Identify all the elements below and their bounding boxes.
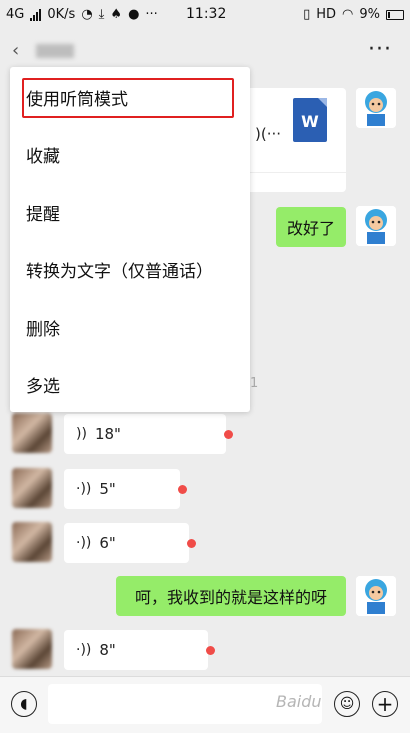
battery-icon <box>386 9 404 20</box>
contact-avatar[interactable] <box>12 522 52 562</box>
status-bar: 4G 0K/s ◔ ⤓ ♠ ● ··· 11:32 ▯ HD ◠ 9% <box>0 0 410 30</box>
unread-dot <box>187 539 196 548</box>
wechat-icon: ● <box>128 7 140 22</box>
back-icon[interactable]: ‹ <box>12 40 19 61</box>
network-speed: 0K/s <box>47 7 76 22</box>
sent-message-bubble[interactable]: 改好了 <box>276 207 346 247</box>
qq-icon: ♠ <box>110 7 123 22</box>
voice-wave-icon: ·)) <box>76 642 92 658</box>
partial-timestamp: 1 <box>250 376 259 391</box>
voice-message-bubble[interactable]: ·)) 8" <box>64 630 208 670</box>
signal-icon <box>30 8 42 21</box>
menu-item-earpiece-mode[interactable]: 使用听筒模式 <box>10 69 250 125</box>
voice-message-bubble[interactable]: )) 18" <box>64 414 226 454</box>
status-time: 11:32 <box>186 6 227 22</box>
menu-item-remind[interactable]: 提醒 <box>10 184 250 240</box>
battery-percent: 9% <box>359 7 380 22</box>
message-context-menu: 使用听筒模式 收藏 提醒 转换为文字（仅普通话） 删除 多选 <box>10 67 250 412</box>
sent-message-bubble[interactable]: 呵，我收到的就是这样的呀 <box>116 576 346 616</box>
my-avatar[interactable] <box>356 88 396 128</box>
voice-duration: 5" <box>99 480 116 498</box>
voice-duration: 8" <box>99 641 116 659</box>
emoji-icon[interactable]: ☺ <box>334 691 360 717</box>
menu-item-convert-to-text[interactable]: 转换为文字（仅普通话） <box>10 241 250 297</box>
voice-wave-icon: )) <box>76 426 87 442</box>
voice-duration: 18" <box>94 425 121 443</box>
unread-dot <box>178 485 187 494</box>
hd-label: HD <box>316 7 337 22</box>
voice-wave-icon: ·)) <box>76 481 92 497</box>
voice-input-icon[interactable]: ◖ <box>11 691 37 717</box>
menu-item-multi-select[interactable]: 多选 <box>10 356 250 412</box>
contact-avatar[interactable] <box>12 468 52 508</box>
unread-dot <box>224 430 233 439</box>
file-name-snippet: )(··· <box>255 125 282 143</box>
more-notifications-icon: ··· <box>145 7 158 22</box>
vibrate-icon: ▯ <box>303 7 311 22</box>
network-type: 4G <box>6 7 25 22</box>
voice-wave-icon: ·)) <box>76 535 92 551</box>
contact-avatar[interactable] <box>12 629 52 669</box>
contact-avatar[interactable] <box>12 413 52 453</box>
unread-dot <box>206 646 215 655</box>
my-avatar[interactable] <box>356 206 396 246</box>
my-avatar[interactable] <box>356 576 396 616</box>
word-document-icon: W <box>293 98 327 142</box>
voice-message-bubble[interactable]: ·)) 6" <box>64 523 189 563</box>
voice-duration: 6" <box>99 534 116 552</box>
wifi-icon: ◠ <box>342 7 354 22</box>
app-notification-icon: ◔ <box>81 7 93 22</box>
input-bar: ◖ ☺ + <box>0 676 410 733</box>
download-icon: ⤓ <box>98 7 105 22</box>
menu-item-delete[interactable]: 删除 <box>10 299 250 355</box>
chat-title-blurred <box>36 44 74 58</box>
plus-icon[interactable]: + <box>372 691 398 717</box>
voice-message-bubble[interactable]: ·)) 5" <box>64 469 180 509</box>
menu-item-favorite[interactable]: 收藏 <box>10 126 250 182</box>
baidu-watermark: Baidu <box>276 692 322 711</box>
more-options-icon[interactable]: ··· <box>368 37 392 62</box>
